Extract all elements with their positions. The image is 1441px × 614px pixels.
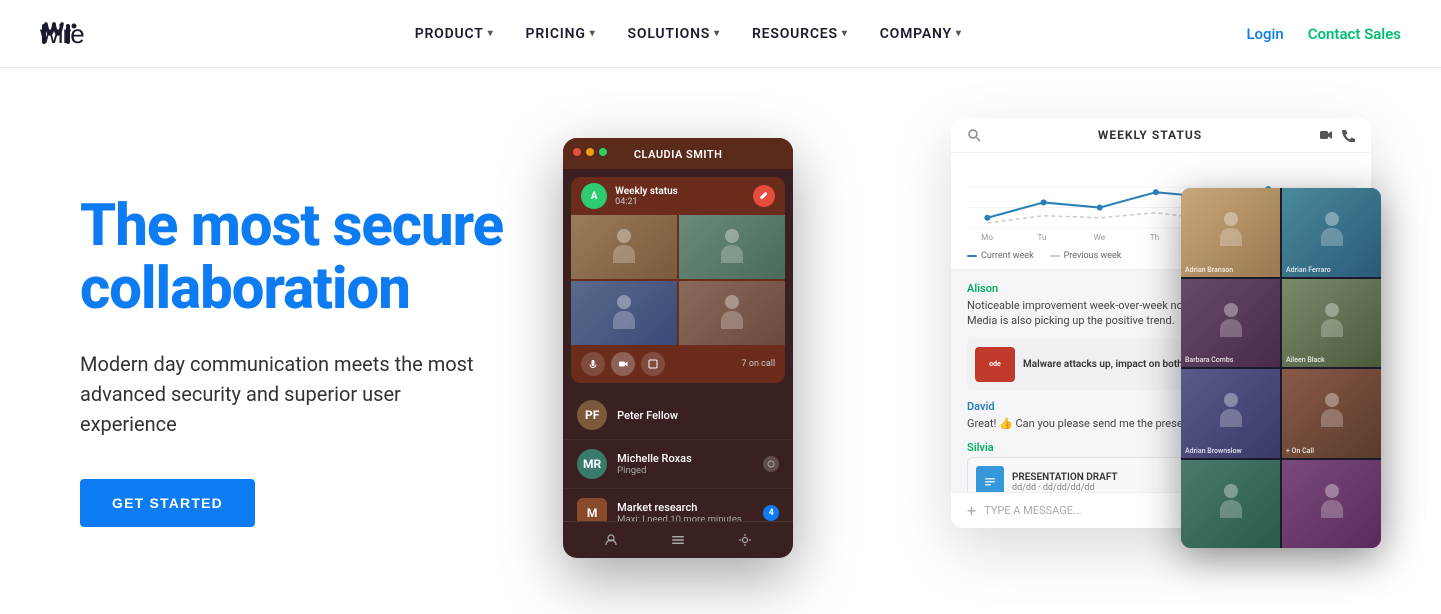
call-end-button[interactable] xyxy=(753,185,775,207)
chevron-down-icon: ▾ xyxy=(714,28,720,39)
vid-cell: Barbara Combs xyxy=(1181,279,1280,368)
svg-text:We: We xyxy=(1094,232,1106,242)
share-icon xyxy=(648,359,658,369)
app-light-title: WEEKLY STATUS xyxy=(1098,128,1202,142)
hero-section: The most secure collaboration Modern day… xyxy=(0,68,1441,614)
search-icon[interactable] xyxy=(967,128,981,142)
settings-icon[interactable] xyxy=(737,532,753,548)
video-call-overlay: Adrian Branson Adrian Ferraro Barbara Co… xyxy=(1181,188,1381,548)
hero-right: CLAUDIA SMITH A Weekly status 04:21 xyxy=(503,108,1381,614)
nav-item-resources[interactable]: RESOURCES ▾ xyxy=(752,26,848,42)
participant-name: Aileen Black xyxy=(1286,356,1325,364)
contact-sales-link[interactable]: Contact Sales xyxy=(1308,25,1401,43)
chevron-down-icon: ▾ xyxy=(956,28,962,39)
chevron-down-icon: ▾ xyxy=(590,28,596,39)
logo[interactable]: wire xyxy=(40,16,130,52)
app-light-header: WEEKLY STATUS xyxy=(951,118,1371,153)
video-button[interactable] xyxy=(611,352,635,376)
avatar: MR xyxy=(577,449,607,479)
avatar: PF xyxy=(577,400,607,430)
profile-icon[interactable] xyxy=(603,532,619,548)
participant-name: + On Call xyxy=(1286,447,1314,455)
participant-name: Adrian Branson xyxy=(1185,266,1233,274)
hero-left: The most secure collaboration Modern day… xyxy=(80,195,503,526)
nav-right: Login Contact Sales xyxy=(1246,25,1401,43)
navbar: wire PRODUCT ▾ PRICING ▾ SOLUTIONS ▾ RES… xyxy=(0,0,1441,68)
menu-icon[interactable] xyxy=(670,532,686,548)
nav-item-product[interactable]: PRODUCT ▾ xyxy=(415,26,494,42)
app-dark-mockup: CLAUDIA SMITH A Weekly status 04:21 xyxy=(563,138,793,558)
svg-text:Th: Th xyxy=(1150,232,1159,242)
document-name: PRESENTATION DRAFT xyxy=(1012,472,1118,483)
call-label: Weekly status xyxy=(615,186,745,197)
wire-logo-icon: wire xyxy=(40,16,130,52)
video-call-icon[interactable] xyxy=(1319,128,1333,142)
participant-name: Adrian Brownslow xyxy=(1185,447,1242,455)
chevron-down-icon: ▾ xyxy=(842,28,848,39)
video-icon xyxy=(618,359,628,369)
news-thumbnail: ode xyxy=(975,347,1015,382)
list-item[interactable]: PF Peter Fellow xyxy=(563,391,793,440)
document-meta: dd/dd · dd/dd/dd/dd xyxy=(1012,483,1118,492)
list-item[interactable]: MR Michelle Roxas Pinged xyxy=(563,440,793,489)
mic-icon xyxy=(588,359,598,369)
vid-cell: Adrian Branson xyxy=(1181,188,1280,277)
vid-cell xyxy=(1282,460,1381,549)
svg-text:wire: wire xyxy=(40,19,84,49)
notification-icon xyxy=(763,456,779,472)
call-count: 7 on call xyxy=(742,359,776,369)
vid-cell xyxy=(1181,460,1280,549)
vid-cell: Adrian Ferraro xyxy=(1282,188,1381,277)
unread-badge: 4 xyxy=(763,505,779,521)
mute-button[interactable] xyxy=(581,352,605,376)
app-light-controls xyxy=(1319,128,1355,142)
svg-text:Mo: Mo xyxy=(981,232,993,242)
app-dark-header: CLAUDIA SMITH xyxy=(563,138,793,169)
nav-item-pricing[interactable]: PRICING ▾ xyxy=(526,26,596,42)
get-started-button[interactable]: GET STARTED xyxy=(80,479,255,527)
login-link[interactable]: Login xyxy=(1246,25,1283,43)
vid-cell: + On Call xyxy=(1282,369,1381,458)
hero-title: The most secure collaboration xyxy=(80,195,503,320)
chevron-down-icon: ▾ xyxy=(488,28,494,39)
avatar: M xyxy=(577,498,607,521)
phone-icon xyxy=(758,190,770,202)
hero-subtitle: Modern day communication meets the most … xyxy=(80,349,500,439)
vid-cell: Aileen Black xyxy=(1282,279,1381,368)
participant-name: Barbara Combs xyxy=(1185,356,1233,364)
nav-center: PRODUCT ▾ PRICING ▾ SOLUTIONS ▾ RESOURCE… xyxy=(415,26,962,42)
app-dark-title: CLAUDIA SMITH xyxy=(634,148,723,161)
participant-name: Adrian Ferraro xyxy=(1286,266,1331,274)
nav-item-company[interactable]: COMPANY ▾ xyxy=(880,26,962,42)
app-dark-footer xyxy=(563,521,793,558)
vid-cell: Adrian Brownslow xyxy=(1181,369,1280,458)
share-button[interactable] xyxy=(641,352,665,376)
svg-text:Tu: Tu xyxy=(1037,232,1046,242)
attach-icon[interactable]: + xyxy=(967,501,976,520)
list-item[interactable]: M Market research Maxi: I need 10 more m… xyxy=(563,489,793,521)
contact-list: PF Peter Fellow MR Michelle Roxas Pinged xyxy=(563,391,793,521)
phone-call-icon[interactable] xyxy=(1341,128,1355,142)
nav-item-solutions[interactable]: SOLUTIONS ▾ xyxy=(628,26,720,42)
document-icon xyxy=(976,466,1004,492)
